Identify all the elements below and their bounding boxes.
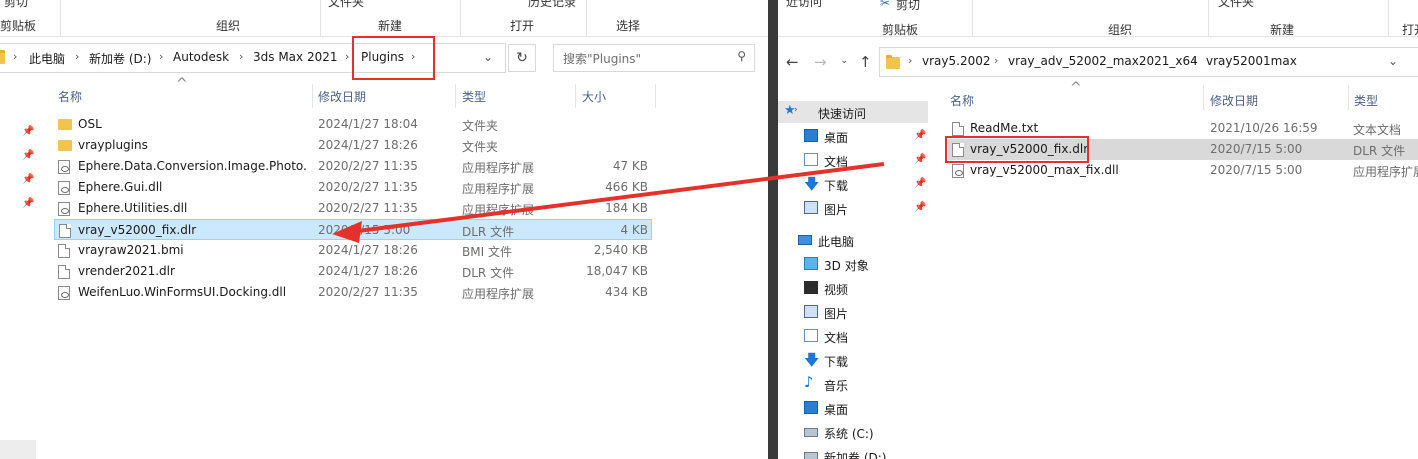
arrow-head bbox=[332, 221, 362, 243]
arrow-shaft bbox=[349, 162, 885, 234]
red-arrow-annotation bbox=[332, 162, 885, 243]
